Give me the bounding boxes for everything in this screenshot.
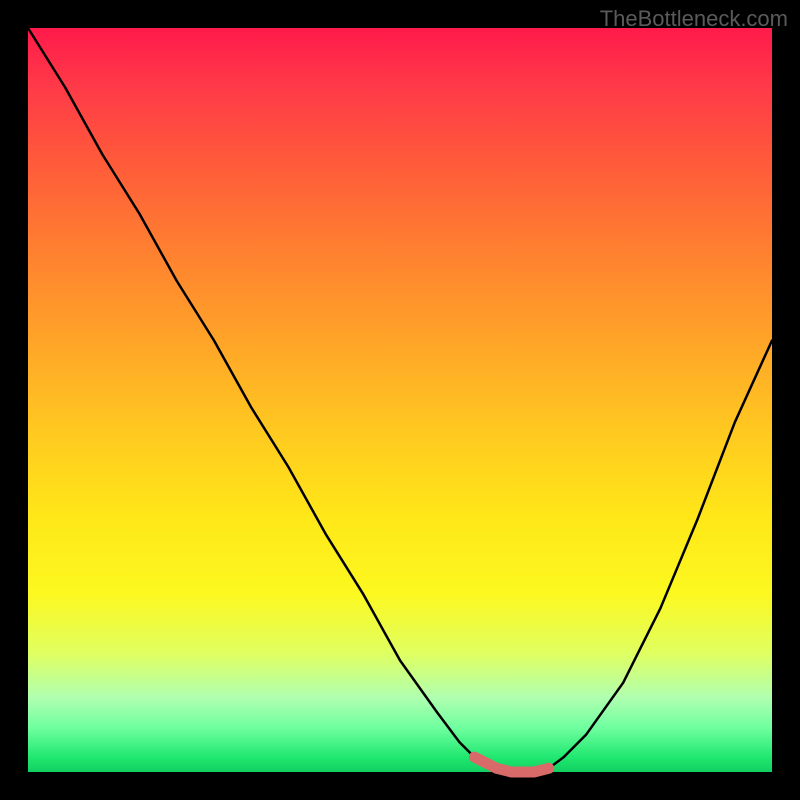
chart-plot-area (28, 28, 772, 772)
chart-svg (28, 28, 772, 772)
optimum-highlight (474, 757, 548, 772)
watermark-text: TheBottleneck.com (600, 6, 788, 32)
bottleneck-curve (28, 28, 772, 772)
